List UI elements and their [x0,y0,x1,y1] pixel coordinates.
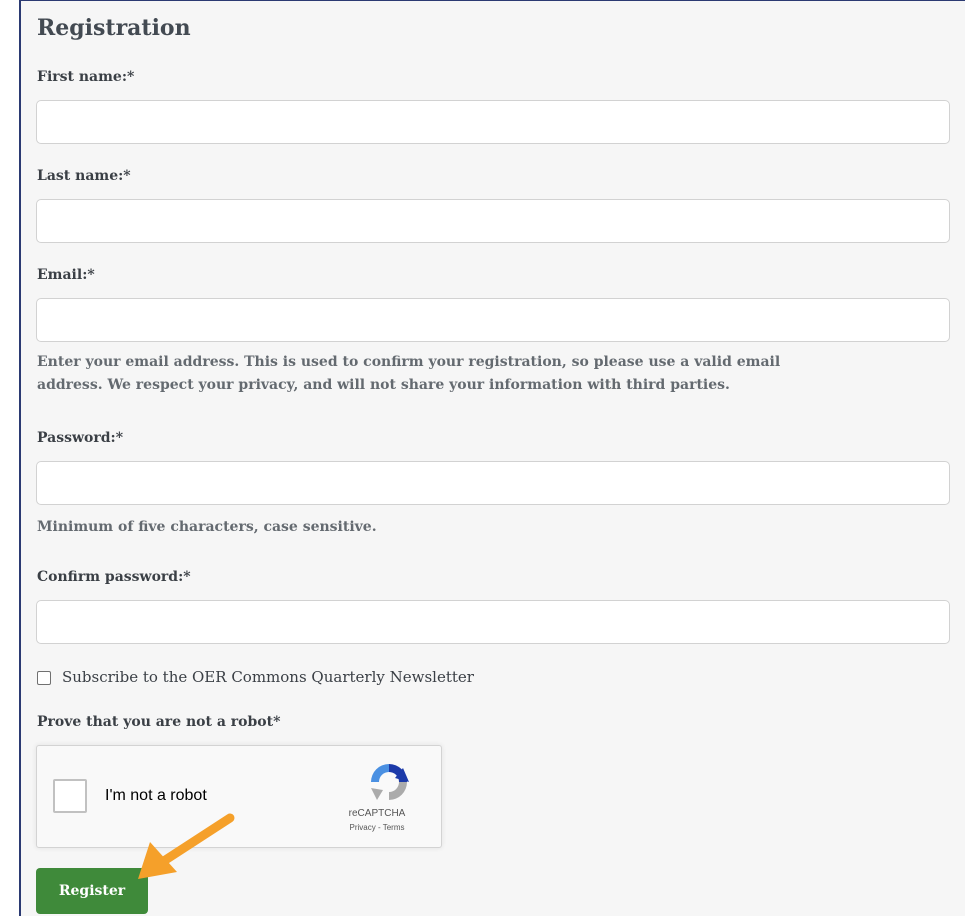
password-help-text: Minimum of five characters, case sensiti… [37,519,377,535]
recaptcha-logo-icon [371,764,409,800]
last-name-input[interactable] [36,199,950,243]
recaptcha-checkbox[interactable] [53,779,87,813]
last-name-label: Last name:* [37,168,131,184]
recaptcha-widget: I'm not a robot reCAPTCHA Privacy - Term… [36,745,442,848]
newsletter-label[interactable]: Subscribe to the OER Commons Quarterly N… [62,668,474,686]
recaptcha-label: I'm not a robot [105,787,207,804]
password-input[interactable] [36,461,950,505]
confirm-password-label: Confirm password:* [37,569,191,585]
registration-panel: Registration First name:* Last name:* Em… [19,0,965,916]
confirm-password-input[interactable] [36,600,950,644]
email-input[interactable] [36,298,950,342]
page-title: Registration [37,15,191,41]
recaptcha-privacy-terms-links[interactable]: Privacy - Terms [317,823,437,832]
recaptcha-brand: reCAPTCHA [348,808,406,819]
email-help-text: Enter your email address. This is used t… [37,351,937,397]
robot-label: Prove that you are not a robot* [37,714,281,730]
first-name-input[interactable] [36,100,950,144]
register-button[interactable]: Register [36,868,148,914]
password-label: Password:* [37,430,124,446]
first-name-label: First name:* [37,69,135,85]
email-label: Email:* [37,267,95,283]
newsletter-checkbox[interactable] [37,671,51,685]
email-help-line-1: Enter your email address. This is used t… [37,354,781,370]
email-help-line-2: address. We respect your privacy, and wi… [37,377,730,393]
